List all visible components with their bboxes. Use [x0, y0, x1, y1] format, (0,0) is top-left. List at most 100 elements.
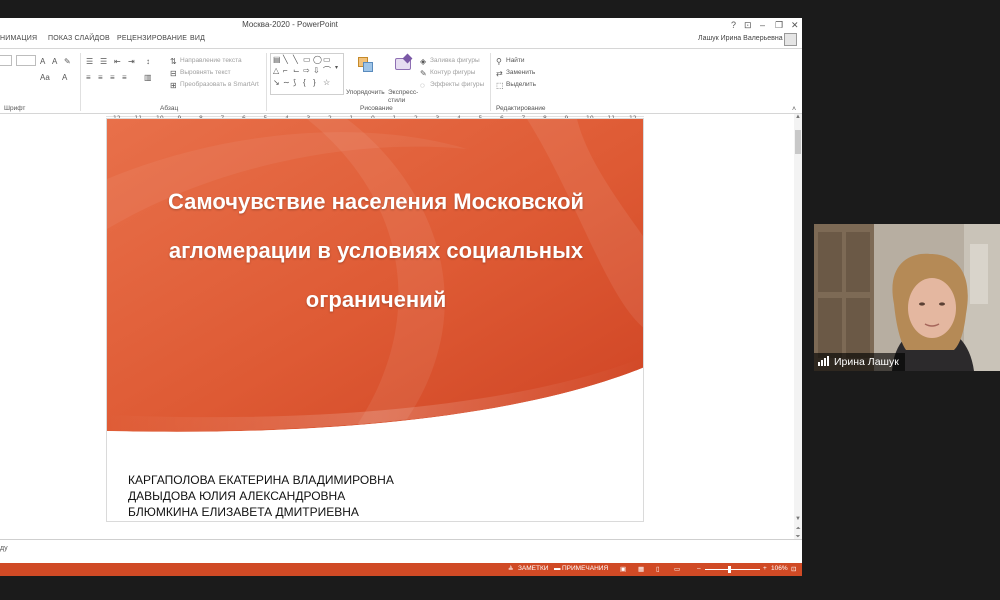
curve-shape-icon[interactable]: ∼ — [283, 78, 290, 87]
scroll-down-icon[interactable]: ▼ — [794, 516, 802, 522]
zoom-in-button[interactable]: + — [763, 565, 767, 572]
comments-icon[interactable]: ▬ — [554, 565, 561, 572]
help-button[interactable]: ? — [731, 19, 736, 31]
font-size-combo[interactable] — [16, 55, 36, 66]
tab-review[interactable]: РЕЦЕНЗИРОВАНИЕ — [117, 35, 187, 42]
rectangle-shape-icon[interactable]: ▭ — [323, 55, 331, 64]
notes-pane[interactable]: ду — [0, 539, 802, 563]
replace-label[interactable]: Заменить — [506, 69, 535, 76]
text-direction-icon[interactable]: ⇅ — [170, 57, 177, 66]
collapse-ribbon-icon[interactable]: ˄ — [792, 105, 796, 114]
reading-view-icon[interactable]: ▯ — [656, 565, 660, 573]
restore-button[interactable]: ❐ — [775, 19, 783, 31]
participant-video[interactable]: Ирина Лашук — [814, 224, 1000, 371]
shape-fill-icon[interactable]: ◈ — [420, 57, 426, 66]
freeform-shape-icon[interactable]: ⟆ — [293, 78, 296, 87]
slide-canvas[interactable]: Самочувствие населения Московской агломе… — [106, 118, 644, 522]
replace-icon[interactable]: ⇄ — [496, 69, 503, 78]
clear-format-icon[interactable]: ✎ — [64, 57, 71, 66]
triangle-shape-icon[interactable]: △ — [273, 66, 279, 75]
scroll-thumb[interactable] — [795, 130, 801, 154]
shapes-gallery[interactable]: ▤ ╲ ╲ ▭ ◯ ▭ △ ⌐ ⌙ ⇨ ⇩ ⌒ ↘ ∼ ⟆ { } ☆ ▾ — [270, 53, 344, 95]
grow-font-icon[interactable]: A — [40, 57, 45, 66]
quick-styles-label[interactable]: Экспресс-стили — [388, 89, 422, 105]
tab-animations[interactable]: НИМАЦИЯ — [0, 35, 37, 42]
webcam-image — [814, 224, 1000, 371]
smartart-label[interactable]: Преобразовать в SmartArt — [180, 81, 259, 88]
text-direction-label[interactable]: Направление текста — [180, 57, 242, 64]
shape-outline-label[interactable]: Контур фигуры — [430, 69, 475, 76]
align-center-icon[interactable]: ≡ — [98, 73, 103, 82]
decrease-indent-icon[interactable]: ⇤ — [114, 57, 121, 66]
rectangle-shape-icon[interactable]: ▭ — [303, 55, 311, 64]
line-spacing-icon[interactable]: ↕ — [146, 57, 150, 66]
scroll-up-icon[interactable]: ▲ — [794, 114, 802, 120]
change-case-icon[interactable]: Aa — [40, 73, 50, 82]
slide-sorter-icon[interactable]: ▦ — [638, 565, 644, 573]
minimize-button[interactable]: – — [760, 19, 765, 31]
connector-shape-icon[interactable]: ⌐ — [283, 66, 288, 75]
select-label[interactable]: Выделить — [506, 81, 536, 88]
comments-button[interactable]: ПРИМЕЧАНИЯ — [562, 565, 608, 572]
textbox-shape-icon[interactable]: ▤ — [273, 55, 281, 64]
author-line: ДАВЫДОВА ЮЛИЯ АЛЕКСАНДРОВНА — [128, 489, 346, 503]
zoom-slider-thumb[interactable] — [728, 566, 731, 573]
shape-outline-icon[interactable]: ✎ — [420, 69, 427, 78]
align-left-icon[interactable]: ≡ — [86, 73, 91, 82]
justify-icon[interactable]: ≡ — [122, 73, 127, 82]
align-text-icon[interactable]: ⊟ — [170, 69, 177, 78]
quick-styles-icon[interactable] — [394, 53, 413, 73]
bracket-shape-icon[interactable]: ⌒ — [323, 66, 331, 75]
columns-icon[interactable]: ▥ — [144, 73, 152, 82]
arrange-icon[interactable] — [356, 55, 374, 73]
brace-shape-icon[interactable]: } — [313, 78, 316, 87]
connector-shape-icon[interactable]: ⌙ — [293, 66, 300, 75]
line-shape-icon[interactable]: ╲ — [283, 55, 288, 64]
smartart-icon[interactable]: ⊞ — [170, 81, 177, 90]
close-button[interactable]: ✕ — [791, 19, 799, 31]
window-title: Москва-2020 - PowerPoint — [242, 20, 338, 29]
align-right-icon[interactable]: ≡ — [110, 73, 115, 82]
tab-view[interactable]: ВИД — [190, 35, 205, 42]
arrow-shape-icon[interactable]: ⇨ — [303, 66, 310, 75]
select-icon[interactable]: ⬚ — [496, 81, 504, 90]
slideshow-view-icon[interactable]: ▭ — [674, 565, 680, 573]
user-name[interactable]: Лашук Ирина Валерьевна — [698, 35, 783, 42]
normal-view-icon[interactable]: ▣ — [620, 565, 626, 573]
arrow-shape-icon[interactable]: ⇩ — [313, 66, 320, 75]
previous-slide-icon[interactable]: ⏶ — [794, 526, 802, 533]
oval-shape-icon[interactable]: ◯ — [313, 55, 322, 64]
group-label-drawing: Рисование — [360, 105, 393, 112]
numbering-icon[interactable]: ☰ — [100, 57, 107, 66]
notes-button[interactable]: ЗАМЕТКИ — [518, 565, 548, 572]
vertical-scrollbar[interactable]: ▲ ▼ ⏶ ⏷ — [794, 114, 802, 544]
shape-effects-icon[interactable]: ◌ — [420, 81, 425, 90]
line-shape-icon[interactable]: ╲ — [293, 55, 298, 64]
align-text-label[interactable]: Выровнять текст — [180, 69, 231, 76]
ribbon-tabs: НИМАЦИЯ ПОКАЗ СЛАЙДОВ РЕЦЕНЗИРОВАНИЕ ВИД… — [0, 32, 802, 48]
shrink-font-icon[interactable]: A — [52, 57, 57, 66]
shape-fill-label[interactable]: Заливка фигуры — [430, 57, 480, 64]
find-label[interactable]: Найти — [506, 57, 525, 64]
star-shape-icon[interactable]: ☆ — [323, 78, 330, 87]
shape-effects-label[interactable]: Эффекты фигуры — [430, 81, 484, 88]
notes-icon[interactable]: ≜ — [508, 565, 513, 573]
find-icon[interactable]: ⚲ — [496, 57, 502, 66]
zoom-level[interactable]: 106% — [771, 565, 788, 572]
brace-shape-icon[interactable]: { — [303, 78, 306, 87]
font-name-combo[interactable] — [0, 55, 12, 66]
slide-title[interactable]: Самочувствие населения Московской агломе… — [137, 177, 615, 324]
font-color-icon[interactable]: A — [62, 73, 67, 82]
zoom-out-button[interactable]: – — [697, 565, 701, 572]
arrange-label[interactable]: Упорядочить — [346, 89, 385, 96]
bullets-icon[interactable]: ☰ — [86, 57, 93, 66]
arrow-shape-icon[interactable]: ↘ — [273, 78, 280, 87]
increase-indent-icon[interactable]: ⇥ — [128, 57, 135, 66]
slide-authors[interactable]: КАРГАПОЛОВА ЕКАТЕРИНА ВЛАДИМИРОВНА ДАВЫД… — [128, 472, 394, 520]
gallery-more-icon[interactable]: ▾ — [335, 64, 338, 73]
ribbon-display-button[interactable]: ⊡ — [744, 19, 752, 31]
user-avatar[interactable] — [784, 33, 797, 46]
tab-slide-show[interactable]: ПОКАЗ СЛАЙДОВ — [48, 35, 110, 42]
fit-to-window-icon[interactable]: ⊡ — [791, 565, 796, 573]
zoom-slider-track[interactable] — [705, 569, 760, 570]
